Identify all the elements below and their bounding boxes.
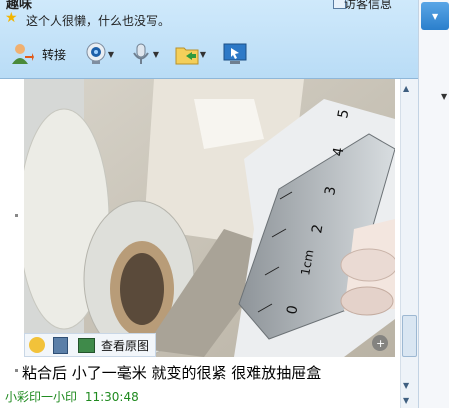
scroll-down-icon[interactable]: ▼ [403,381,409,390]
save-icon[interactable] [53,336,68,354]
voice-call-button[interactable]: ▼ [122,40,166,68]
microphone-icon [133,43,149,64]
picture-icon[interactable] [78,337,95,353]
video-call-button[interactable]: ▼ [77,40,121,68]
svg-text:+: + [376,337,385,350]
chat-scrollbar[interactable] [400,79,418,408]
chevron-down-icon[interactable]: ▼ [432,12,438,21]
monitor-icon [223,43,247,64]
emoji-icon[interactable] [29,337,45,353]
transfer-button[interactable]: 转接 [6,40,70,68]
visitor-info-link[interactable]: 访客信息 [344,0,392,12]
remote-assist-button[interactable] [220,40,250,68]
send-file-button[interactable]: ▼ [167,40,213,68]
message-bullet [15,214,18,217]
chat-image[interactable]: 5 4 3 2 1cm 0 + [24,79,395,357]
contact-signature: 这个人很懒，什么也没写。 [26,14,171,28]
sender-name: 小彩印一小印 [5,390,78,404]
message-sender: 小彩印一小印 11:30:48 [5,388,139,405]
webcam-icon [86,42,106,64]
scroll-up-icon[interactable]: ▲ [403,84,409,93]
chat-message-text: 粘合后 小了一毫米 就变的很紧 很难放抽屉盒 [22,364,322,382]
view-original-link[interactable]: 查看原图 [101,337,149,354]
chevron-down-icon[interactable]: ▼ [108,50,114,59]
scrollbar-thumb[interactable] [402,315,417,357]
transfer-label: 转接 [41,47,66,62]
photo-ruler-tape: 5 4 3 2 1cm 0 + [24,79,395,357]
message-bullet [15,369,18,372]
transfer-icon [11,44,34,64]
star-icon: ★ [5,10,18,26]
chevron-down-icon[interactable]: ▼ [200,50,206,59]
side-panel [418,0,449,408]
chevron-down-icon[interactable]: ▼ [441,92,447,101]
scroll-down-icon[interactable]: ▼ [403,396,409,405]
message-time: 11:30:48 [84,390,139,404]
chevron-down-icon[interactable]: ▼ [153,50,159,59]
folder-icon [175,47,199,65]
image-toolbar: 查看原图 [24,333,156,357]
